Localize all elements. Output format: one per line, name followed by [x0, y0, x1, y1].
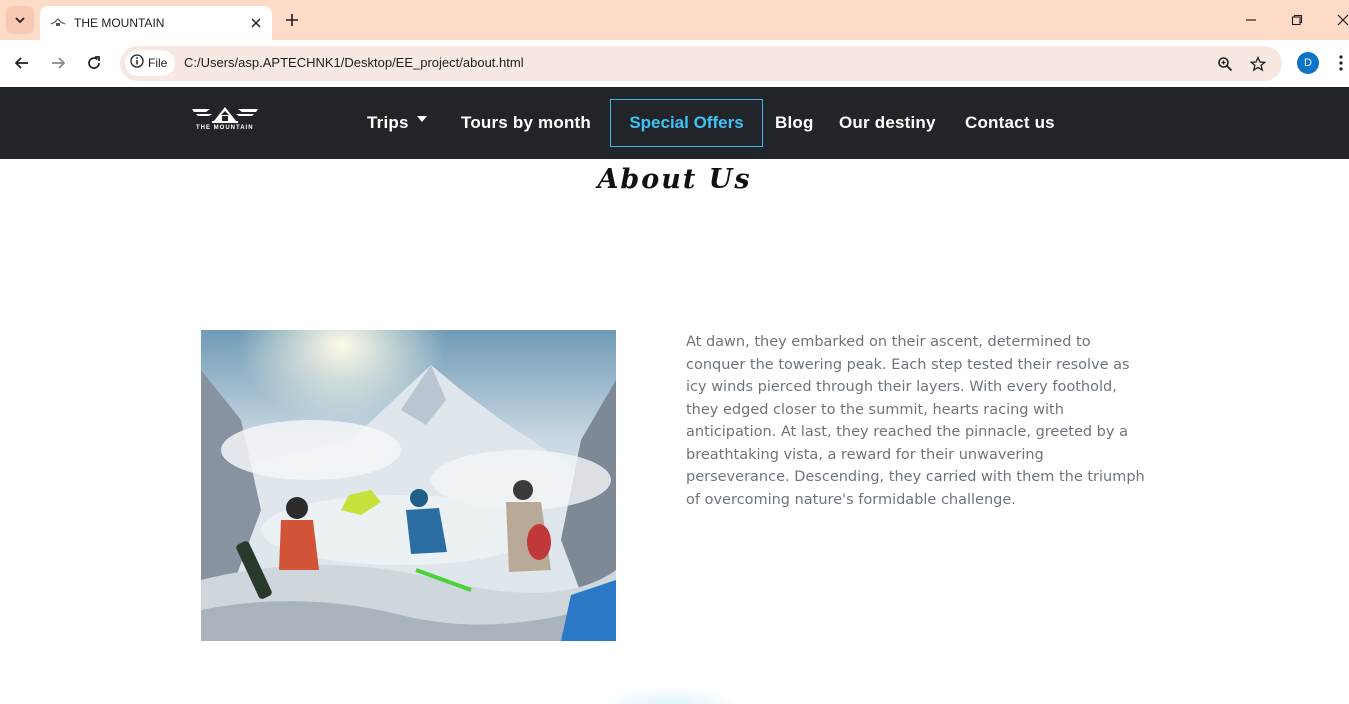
menu-dots-icon[interactable] — [1333, 51, 1349, 75]
close-window-icon[interactable] — [1331, 8, 1349, 32]
star-icon[interactable] — [1246, 52, 1270, 76]
favicon-icon — [50, 15, 66, 31]
back-arrow-icon[interactable] — [9, 50, 35, 76]
hero-image — [201, 330, 616, 641]
caret-down-icon — [416, 116, 427, 122]
browser-tabbar: THE MOUNTAIN — [0, 0, 1349, 40]
info-icon — [130, 53, 144, 73]
page-title: About Us — [597, 164, 752, 195]
site-info-chip[interactable]: File — [125, 50, 175, 76]
restore-icon[interactable] — [1285, 8, 1309, 32]
zoom-icon[interactable] — [1213, 52, 1237, 76]
nav-trips-label: Trips — [367, 113, 409, 132]
decorative-glow — [600, 686, 740, 704]
file-chip-label: File — [148, 56, 168, 70]
profile-avatar[interactable]: D — [1297, 52, 1319, 74]
about-paragraph: At dawn, they embarked on their ascent, … — [686, 334, 1145, 508]
nav-our-destiny[interactable]: Our destiny — [839, 113, 936, 133]
browser-tab-active[interactable]: THE MOUNTAIN — [40, 6, 272, 40]
nav-trips[interactable]: Trips — [367, 113, 427, 133]
site-navbar: THE MOUNTAIN Trips Tours by month Specia… — [0, 87, 1349, 159]
tab-list-icon[interactable] — [6, 6, 34, 34]
tab-title: THE MOUNTAIN — [74, 16, 165, 30]
minimize-icon[interactable] — [1239, 8, 1263, 32]
logo-text: THE MOUNTAIN — [196, 125, 254, 131]
close-icon[interactable] — [246, 13, 266, 33]
nav-blog[interactable]: Blog — [775, 113, 814, 133]
reload-icon[interactable] — [81, 50, 107, 76]
nav-tours-by-month[interactable]: Tours by month — [461, 113, 591, 133]
url-text[interactable]: C:/Users/asp.APTECHNK1/Desktop/EE_projec… — [184, 55, 524, 70]
forward-arrow-icon[interactable] — [45, 50, 71, 76]
address-bar[interactable]: File C:/Users/asp.APTECHNK1/Desktop/EE_p… — [120, 46, 1282, 81]
nav-special-offers[interactable]: Special Offers — [610, 99, 763, 147]
browser-toolbar: File C:/Users/asp.APTECHNK1/Desktop/EE_p… — [0, 40, 1349, 87]
plus-icon[interactable] — [280, 8, 304, 32]
nav-contact-us[interactable]: Contact us — [965, 113, 1055, 133]
